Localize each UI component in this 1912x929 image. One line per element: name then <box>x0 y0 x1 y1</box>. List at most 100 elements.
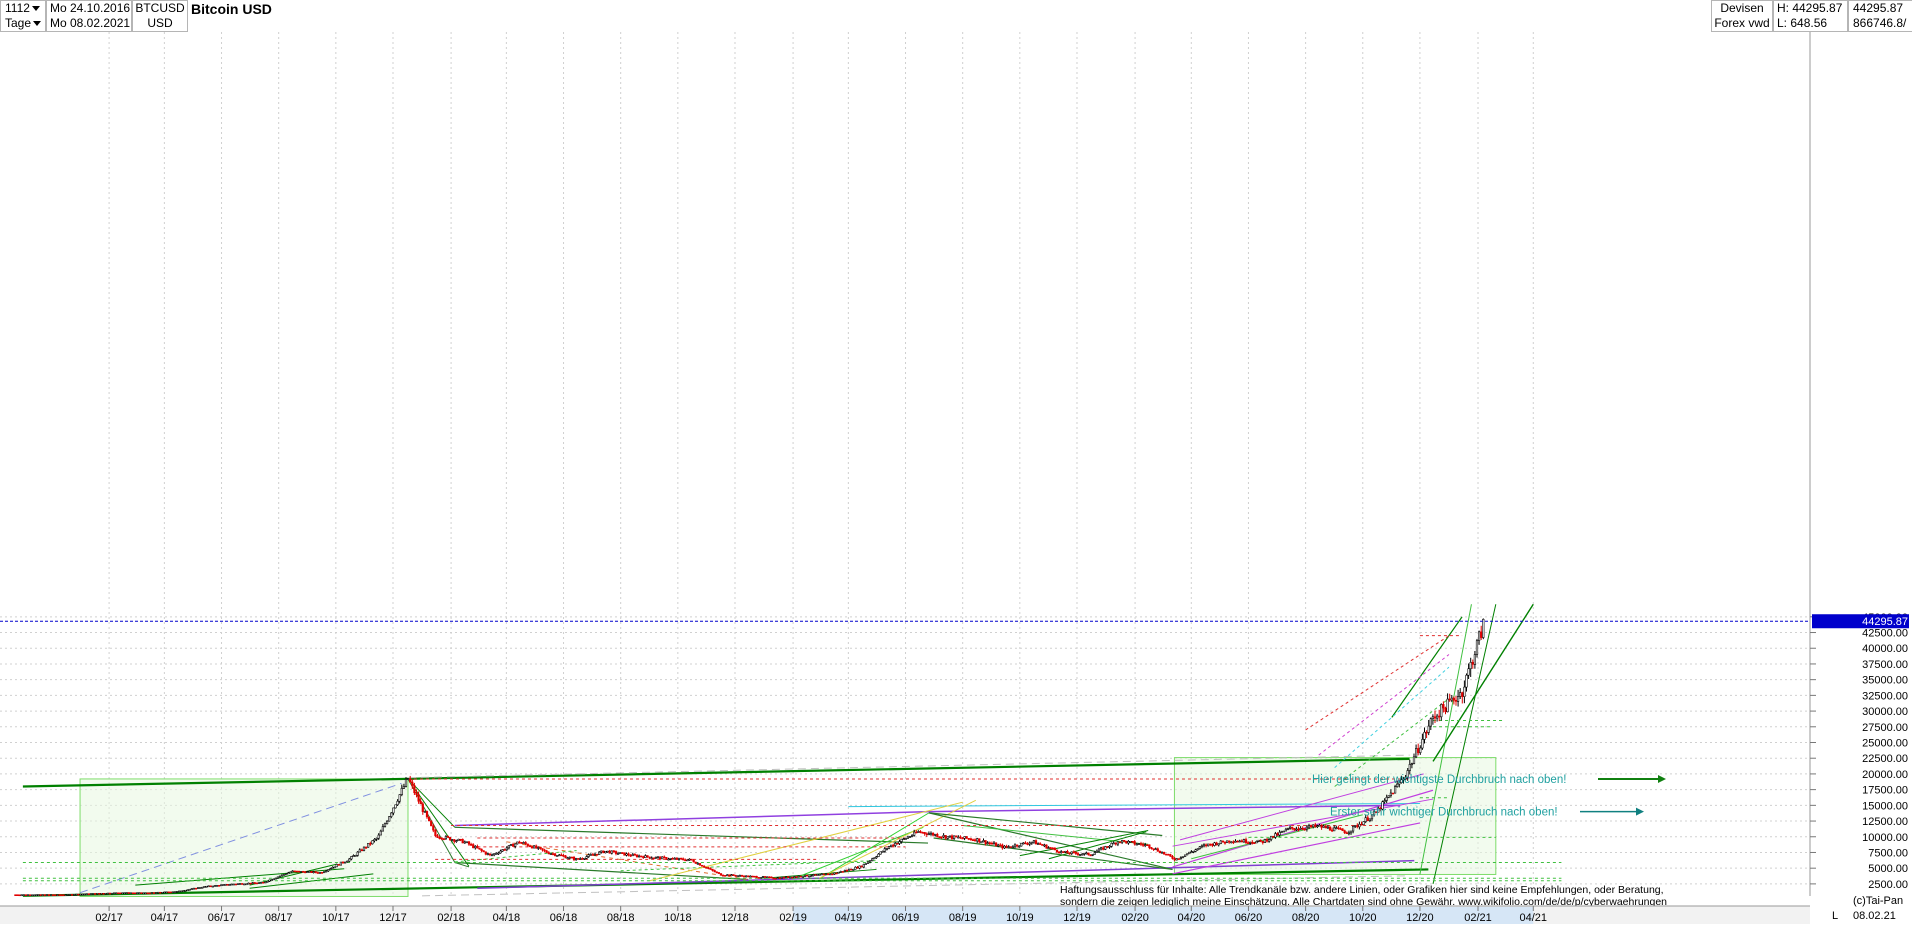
candle-body <box>1282 830 1285 833</box>
candle-body <box>759 877 762 879</box>
candle-body <box>1018 845 1021 848</box>
x-tick-label: 08/20 <box>1292 912 1320 924</box>
high-low-box: H: 44295.87 L: 648.56 <box>1773 0 1848 32</box>
candle-body <box>505 847 508 851</box>
candle-body <box>520 842 523 844</box>
candle-body <box>797 875 800 878</box>
candle-body <box>56 894 59 896</box>
y-tick-label: 42500.00 <box>1862 628 1908 640</box>
candle-body <box>705 866 708 869</box>
bitcoin-chart[interactable]: Hier gelingt der wichtigste Durchbruch n… <box>0 0 1912 924</box>
candle-body <box>711 868 714 871</box>
candle-body <box>606 850 609 853</box>
candle-body <box>234 883 237 886</box>
candle-body <box>287 872 290 875</box>
candle-body <box>883 848 886 852</box>
candle-body <box>1131 841 1134 843</box>
candle-body <box>997 844 1000 847</box>
candle-body <box>1318 824 1321 827</box>
candle-body <box>348 858 351 862</box>
candle-body <box>1419 747 1422 753</box>
candle-body <box>421 803 424 812</box>
candle-body <box>163 891 166 894</box>
candle-body <box>843 869 846 872</box>
interval-select[interactable]: Tage <box>5 16 45 31</box>
candle-body <box>980 841 983 844</box>
x-tick-label: 10/20 <box>1349 912 1377 924</box>
candle-body <box>1078 853 1082 856</box>
candle-body <box>142 892 145 895</box>
candle-body <box>201 886 204 889</box>
candle-body <box>423 811 426 813</box>
candle-body <box>190 888 193 890</box>
candle-body <box>1251 841 1254 844</box>
candle-body <box>285 873 288 876</box>
candle-body <box>121 892 124 895</box>
candle-body <box>325 870 328 873</box>
candle-body <box>1141 844 1145 846</box>
candle-body <box>266 881 269 883</box>
candle-body <box>1284 828 1287 832</box>
x-tick-label: 08/18 <box>607 912 635 924</box>
candle-body <box>675 857 678 860</box>
candle-body <box>774 877 777 880</box>
candle-body <box>1108 846 1111 848</box>
candle-body <box>1022 842 1025 845</box>
candle-body <box>264 881 267 884</box>
y-tick-label: 5000.00 <box>1868 863 1908 875</box>
candle-body <box>490 854 494 857</box>
candle-body <box>102 893 105 895</box>
chart-title: Bitcoin USD <box>191 1 272 17</box>
candle-body <box>337 864 340 866</box>
candle-body <box>623 852 626 856</box>
chart-area[interactable]: Hier gelingt der wichtigste Durchbruch n… <box>0 0 1912 924</box>
candle-body <box>1456 696 1460 702</box>
y-tick-label: 17500.00 <box>1862 785 1908 797</box>
period-selector-box[interactable]: 1112 Tage <box>0 0 46 32</box>
candle-body <box>772 877 775 880</box>
candle-body <box>1104 846 1107 850</box>
candle-body <box>616 853 620 855</box>
candle-body <box>495 853 498 855</box>
candle-body <box>871 858 874 861</box>
candle-body <box>1196 848 1199 851</box>
candle-body <box>31 894 34 897</box>
candle-body <box>1045 844 1048 849</box>
candle-body <box>1144 844 1147 847</box>
candle-body <box>45 894 48 896</box>
candle-body <box>274 877 277 880</box>
candle-body <box>1060 851 1063 854</box>
symbol-box[interactable]: BTCUSD USD <box>132 0 188 32</box>
candle-body <box>419 800 422 805</box>
candle-body <box>247 882 250 885</box>
candle-body <box>942 835 945 838</box>
candle-body <box>463 841 466 844</box>
candle-body <box>474 845 477 849</box>
candle-body <box>499 850 502 854</box>
candle-body <box>1156 848 1159 852</box>
candle-body <box>465 841 468 844</box>
candle-body <box>969 838 972 841</box>
candle-body <box>572 857 576 861</box>
candle-body <box>700 865 704 867</box>
candle-body <box>451 839 454 841</box>
candle-body <box>1307 825 1311 828</box>
period-count-select[interactable]: 1112 <box>5 1 45 16</box>
candle-body <box>812 874 815 876</box>
candle-body <box>369 843 372 845</box>
candle-body <box>209 885 212 888</box>
annotation-text: Erster sehr wichtiger Durchbruch nach ob… <box>1330 807 1558 819</box>
candle-body <box>551 853 555 855</box>
market-box: Devisen Forex vwd <box>1711 0 1773 32</box>
candle-body <box>1013 844 1017 848</box>
candle-body <box>1477 631 1481 642</box>
candle-body <box>816 874 819 876</box>
candle-body <box>291 870 294 873</box>
candle-body <box>1263 839 1266 843</box>
candle-body <box>732 874 735 876</box>
candle-body <box>904 838 907 840</box>
footer-date: 08.02.21 <box>1853 910 1896 922</box>
candle-body <box>1223 841 1227 844</box>
candle-body <box>169 891 172 894</box>
candle-body <box>839 871 842 873</box>
